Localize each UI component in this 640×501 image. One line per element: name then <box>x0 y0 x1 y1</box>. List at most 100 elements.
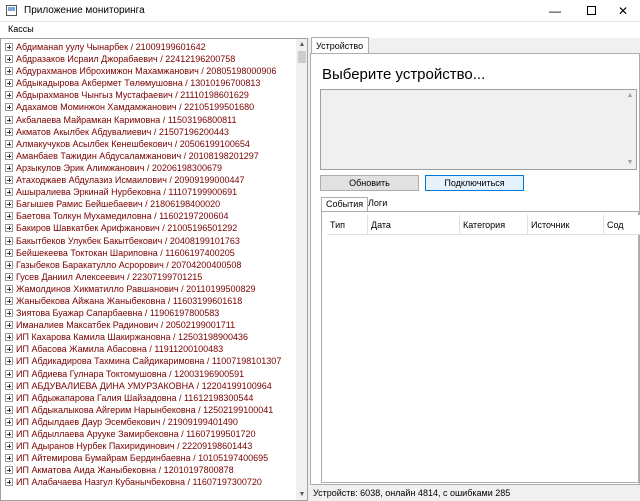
tree-item[interactable]: Багышев Рамис Бейшебаевич / 218061984000… <box>1 198 295 210</box>
tree-item[interactable]: Жаныбекова Айжана Жаныбековна / 11603199… <box>1 295 295 307</box>
cash-register-tree[interactable]: Абдиманап уулу Чынарбек / 21009199601642… <box>0 38 308 501</box>
tree-item[interactable]: ИП Адыранов Нурбек Пахиридинович / 22209… <box>1 440 295 452</box>
tree-item[interactable]: ИП Айтемирова Бумайрам Бердинбаевна / 10… <box>1 452 295 464</box>
expand-icon[interactable] <box>5 272 13 281</box>
expand-icon[interactable] <box>5 284 13 293</box>
device-list-box[interactable]: ▲ ▼ <box>320 89 637 170</box>
tree-item[interactable]: ИП Кахарова Камила Шакиржановна / 125031… <box>1 331 295 343</box>
expand-icon[interactable] <box>5 139 13 148</box>
tree-item[interactable]: Бакиров Шавкатбек Арифжанович / 21005196… <box>1 222 295 234</box>
expand-icon[interactable] <box>5 176 13 185</box>
expand-icon[interactable] <box>5 188 13 197</box>
tree-item[interactable]: ИП Абдыжапарова Галия Шайзадовна / 11612… <box>1 392 295 404</box>
tree-scrollbar[interactable]: ▲ ▼ <box>296 39 307 500</box>
tree-item-label: Акматов Акылбек Абдувалиевич / 215071962… <box>16 126 229 137</box>
expand-icon[interactable] <box>5 67 13 76</box>
tree-item[interactable]: ИП АБДУВАЛИЕВА ДИНА УМУРЗАКОВНА / 122041… <box>1 380 295 392</box>
scroll-thumb[interactable] <box>298 51 306 63</box>
expand-icon[interactable] <box>5 405 13 414</box>
tree-item[interactable]: Абдыкадырова Акбермет Төлөмушовна / 1301… <box>1 77 295 89</box>
expand-icon[interactable] <box>5 115 13 124</box>
expand-icon[interactable] <box>5 442 13 451</box>
tree-item[interactable]: Гусев Даниил Алексеевич / 22307199701215 <box>1 271 295 283</box>
expand-icon[interactable] <box>5 357 13 366</box>
tree-item[interactable]: ИП Абдылдаев Даур Эсембекович / 21909199… <box>1 416 295 428</box>
tree-item[interactable]: Абдиманап уулу Чынарбек / 21009199601642 <box>1 41 295 53</box>
tree-item[interactable]: Иманалиев Максатбек Радинович / 20502199… <box>1 319 295 331</box>
expand-icon[interactable] <box>5 163 13 172</box>
tree-item[interactable]: ИП Акматова Аида Жаныбековна / 120101978… <box>1 464 295 476</box>
tab-device[interactable]: Устройство <box>311 37 369 54</box>
expand-icon[interactable] <box>5 333 13 342</box>
expand-icon[interactable] <box>5 393 13 402</box>
refresh-button[interactable]: Обновить <box>320 175 419 191</box>
close-button[interactable]: ✕ <box>606 0 640 22</box>
column-header-category[interactable]: Категория <box>460 215 528 235</box>
expand-icon[interactable] <box>5 430 13 438</box>
tree-item[interactable]: Бейшекеева Токтокан Шариповна / 11606197… <box>1 247 295 259</box>
tree-item[interactable]: Жамолдинов Хикматилло Равшанович / 20110… <box>1 283 295 295</box>
expand-icon[interactable] <box>5 417 13 426</box>
minimize-button[interactable]: — <box>538 0 572 22</box>
expand-icon[interactable] <box>5 260 13 269</box>
tree-item[interactable]: Арзыкулов Эрик Алимжанович / 20206198300… <box>1 162 295 174</box>
tree-item[interactable]: ИП Абдиева Гулнара Токтомушовна / 120031… <box>1 368 295 380</box>
tree-item[interactable]: Баетова Толкун Мухамедиловна / 116021972… <box>1 210 295 222</box>
scroll-down-icon[interactable]: ▼ <box>624 157 636 169</box>
tree-item[interactable]: Аманбаев Тажидин Абдусаламжанович / 2010… <box>1 150 295 162</box>
tree-item[interactable]: Газыбеков Баракатулло Асрорович / 207042… <box>1 259 295 271</box>
menu-item-kassy[interactable]: Кассы <box>8 24 34 34</box>
tree-item[interactable]: Абдырахманов Чынгыз Мустафаевич / 211101… <box>1 89 295 101</box>
expand-icon[interactable] <box>5 43 13 51</box>
tree-item[interactable]: Абдурахманов Иброхимжон Махамжанович / 2… <box>1 65 295 77</box>
tree-item-label: Атаходжаев Абдулазиз Исмаилович / 209091… <box>16 175 245 186</box>
expand-icon[interactable] <box>5 345 13 354</box>
expand-icon[interactable] <box>5 91 13 100</box>
tree-item[interactable]: Алмакучуков Асылбек Кенешбекович / 20506… <box>1 138 295 150</box>
scroll-up-icon[interactable]: ▲ <box>296 39 307 51</box>
tree-item[interactable]: Зиятова Буажар Сапарбаевна / 11906197800… <box>1 307 295 319</box>
expand-icon[interactable] <box>5 212 13 221</box>
column-header-date[interactable]: Дата <box>368 215 460 235</box>
device-list-scrollbar[interactable]: ▲ ▼ <box>624 90 636 169</box>
expand-icon[interactable] <box>5 236 13 245</box>
tree-item[interactable]: Акматов Акылбек Абдувалиевич / 215071962… <box>1 126 295 138</box>
tab-logs[interactable]: Логи <box>364 197 391 211</box>
expand-icon[interactable] <box>5 478 13 487</box>
expand-icon[interactable] <box>5 200 13 209</box>
connect-button[interactable]: Подключиться <box>425 175 524 191</box>
tree-item-label: Гусев Даниил Алексеевич / 22307199701215 <box>16 271 203 282</box>
tree-item[interactable]: Абдразаков Исраил Джорабаевич / 22412196… <box>1 53 295 65</box>
scroll-down-icon[interactable]: ▼ <box>296 489 307 500</box>
tree-item[interactable]: Ашыралиева Эркинай Нурбековна / 11107199… <box>1 186 295 198</box>
expand-icon[interactable] <box>5 55 13 64</box>
tree-item[interactable]: Атаходжаев Абдулазиз Исмаилович / 209091… <box>1 174 295 186</box>
expand-icon[interactable] <box>5 296 13 305</box>
tree-item[interactable]: Акбалаева Майрамкан Каримовна / 11503196… <box>1 114 295 126</box>
tree-item[interactable]: Бакытбеков Улукбек Бакытбекович / 204081… <box>1 235 295 247</box>
tree-item[interactable]: ИП Абдыкалыкова Айгерим Нарынбековна / 1… <box>1 404 295 416</box>
expand-icon[interactable] <box>5 79 13 88</box>
tree-item[interactable]: ИП Абасова Жамила Абасовна / 11911200100… <box>1 343 295 355</box>
tab-events[interactable]: События <box>321 197 369 211</box>
expand-icon[interactable] <box>5 248 13 257</box>
column-header-source[interactable]: Источник <box>528 215 604 235</box>
expand-icon[interactable] <box>5 454 13 463</box>
expand-icon[interactable] <box>5 224 13 233</box>
expand-icon[interactable] <box>5 369 13 378</box>
expand-icon[interactable] <box>5 127 13 136</box>
column-header-content[interactable]: Сод <box>604 215 640 235</box>
expand-icon[interactable] <box>5 466 13 475</box>
expand-icon[interactable] <box>5 151 13 160</box>
tree-item[interactable]: Адахамов Моминжон Хамдамжанович / 221051… <box>1 101 295 113</box>
tree-item[interactable]: ИП Абдыллаева Арууке Замирбековна / 1160… <box>1 428 295 440</box>
expand-icon[interactable] <box>5 381 13 390</box>
expand-icon[interactable] <box>5 103 13 112</box>
tree-item[interactable]: ИП Алабачаева Назгул Кубанычбековна / 11… <box>1 476 295 488</box>
column-header-type[interactable]: Тип <box>327 215 368 235</box>
scroll-up-icon[interactable]: ▲ <box>624 90 636 102</box>
expand-icon[interactable] <box>5 321 13 330</box>
expand-icon[interactable] <box>5 309 13 318</box>
tree-item[interactable]: ИП Абдикадирова Тахмина Сайдикаримовна /… <box>1 355 295 367</box>
maximize-button[interactable] <box>574 0 608 22</box>
